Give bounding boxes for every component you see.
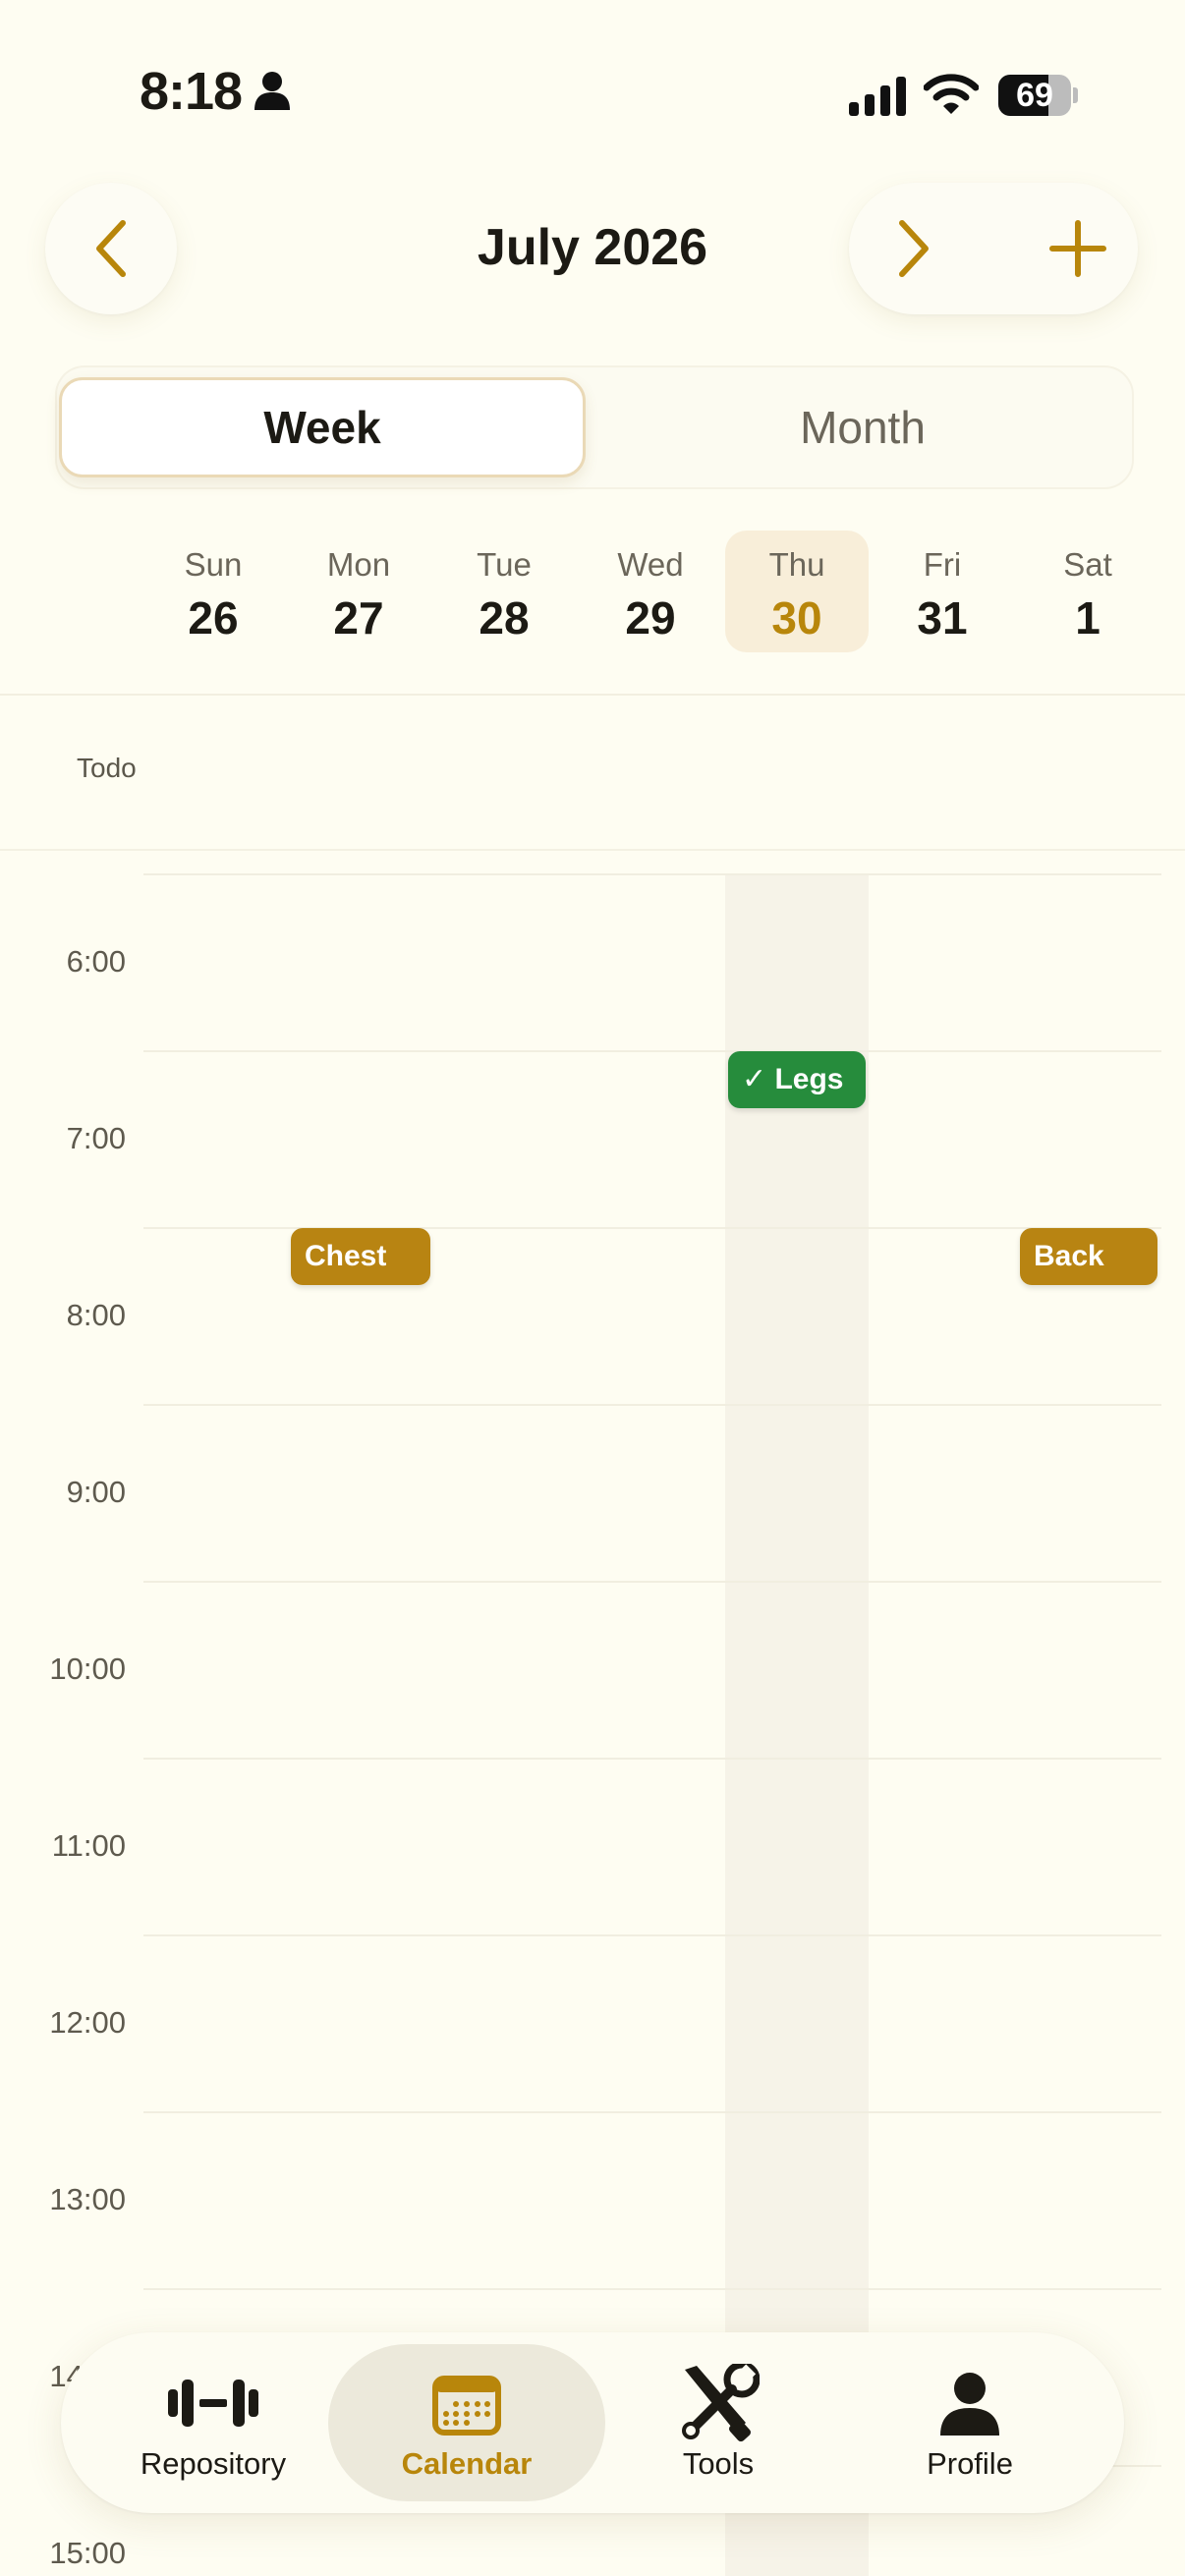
day-thu[interactable]: Thu 30: [725, 531, 869, 652]
hour-label: 10:00: [49, 1652, 126, 1686]
chevron-right-icon: [899, 220, 929, 277]
month-view-tab[interactable]: Month: [599, 377, 1126, 477]
hour-label: 8:00: [66, 1298, 126, 1332]
add-event-button[interactable]: [1049, 220, 1106, 277]
cellular-signal-icon: [849, 77, 908, 121]
day-fri[interactable]: Fri 31: [871, 531, 1014, 652]
plus-icon: [1049, 220, 1106, 277]
event-legs[interactable]: ✓ Legs: [728, 1051, 866, 1108]
calendar-icon: [349, 2366, 585, 2440]
hour-line: [143, 873, 1161, 875]
today-column: [725, 874, 869, 2576]
next-week-button[interactable]: [894, 219, 933, 278]
tab-tools[interactable]: Tools: [600, 2364, 836, 2484]
tab-profile[interactable]: Profile: [852, 2366, 1088, 2484]
hour-label: 7:00: [66, 1121, 126, 1155]
hour-line: [143, 1758, 1161, 1760]
hour-label: 12:00: [49, 2005, 126, 2040]
hour-label: 9:00: [66, 1475, 126, 1509]
hour-line: [143, 1050, 1161, 1052]
hour-line: [143, 1581, 1161, 1583]
day-sat[interactable]: Sat 1: [1016, 531, 1159, 652]
todo-divider: [0, 849, 1185, 851]
tab-profile-label: Profile: [927, 2446, 1013, 2481]
tab-calendar-label: Calendar: [401, 2446, 533, 2481]
tab-repository-label: Repository: [140, 2446, 287, 2481]
profile-icon: [852, 2366, 1088, 2440]
wifi-icon: [923, 73, 980, 121]
hour-label: 6:00: [66, 944, 126, 979]
tab-calendar[interactable]: Calendar: [349, 2366, 585, 2484]
tab-repository[interactable]: Repository: [95, 2366, 331, 2484]
day-tue[interactable]: Tue 28: [432, 531, 576, 652]
hour-line: [143, 2111, 1161, 2113]
tab-tools-label: Tools: [682, 2446, 755, 2481]
hour-line: [143, 1934, 1161, 1936]
person-icon: [254, 71, 291, 115]
battery-percent: 69: [1016, 77, 1053, 114]
todo-label: Todo: [77, 753, 137, 783]
day-sun[interactable]: Sun 26: [141, 531, 285, 652]
hour-label: 15:00: [49, 2536, 126, 2570]
hour-label: 11:00: [51, 1828, 126, 1863]
tools-icon: [600, 2364, 836, 2442]
event-chest[interactable]: Chest: [291, 1228, 430, 1285]
hour-line: [143, 2288, 1161, 2290]
dumbbell-icon: [95, 2366, 331, 2440]
battery-icon: 69: [998, 75, 1078, 116]
day-wed[interactable]: Wed 29: [579, 531, 722, 652]
hour-line: [143, 1404, 1161, 1406]
week-view-tab[interactable]: Week: [59, 377, 586, 477]
day-mon[interactable]: Mon 27: [287, 531, 430, 652]
status-time: 8:18: [140, 62, 243, 121]
event-back[interactable]: Back: [1020, 1228, 1157, 1285]
header-actions: [849, 183, 1138, 314]
hour-label: 13:00: [49, 2182, 126, 2216]
header-divider: [0, 694, 1185, 696]
